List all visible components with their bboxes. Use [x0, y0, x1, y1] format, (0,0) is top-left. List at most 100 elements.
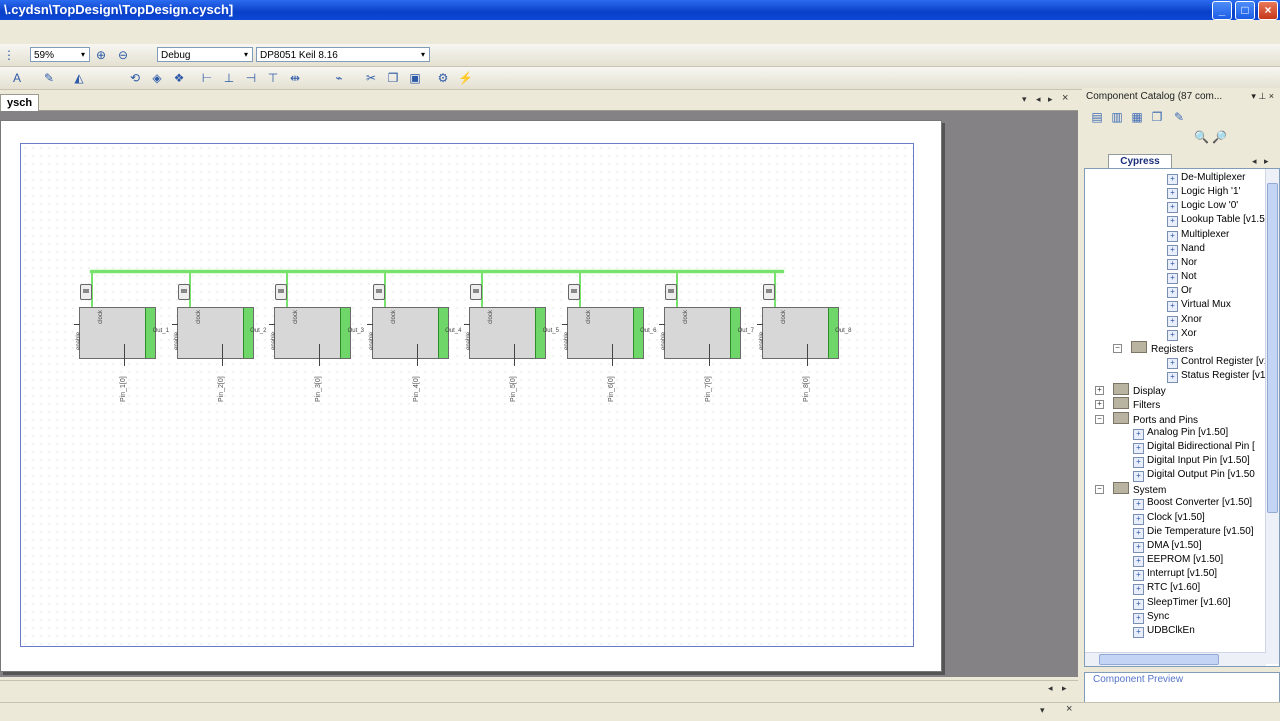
tree-folder[interactable]: Ports and Pins	[1113, 411, 1198, 426]
pin-wire[interactable]	[806, 344, 808, 366]
tab-next-icon[interactable]: ▸	[1048, 94, 1053, 105]
pin-wire[interactable]	[319, 344, 320, 366]
catalog-tab-next-icon[interactable]: ▸	[1264, 156, 1269, 167]
tree-item[interactable]: + Logic Low '0'	[1167, 199, 1238, 214]
pin-wire[interactable]	[514, 344, 515, 366]
align-center-icon[interactable]: ⊥	[222, 71, 236, 85]
pwm-component[interactable]: enable clock Out_3	[269, 307, 364, 366]
tree-item[interactable]: + Sync	[1133, 610, 1169, 624]
input-pin[interactable]	[269, 324, 275, 325]
pwm-component[interactable]: enable clock Out_2	[171, 307, 267, 366]
clock-terminal-icon[interactable]	[762, 284, 775, 300]
tab-list-icon[interactable]: ▾	[1022, 94, 1027, 105]
catalog-copy-icon[interactable]: ❐	[1150, 110, 1164, 124]
tree-item[interactable]: + Control Register [v1.	[1167, 355, 1272, 369]
scroll-thumb[interactable]	[1267, 183, 1278, 513]
input-pin[interactable]	[464, 324, 470, 325]
rotate-icon[interactable]: ⟲	[128, 71, 142, 85]
tree-item[interactable]: + Nand	[1167, 242, 1205, 256]
tree-item[interactable]: + DMA [v1.50]	[1133, 539, 1201, 553]
catalog-tab-prev-icon[interactable]: ◂	[1252, 156, 1257, 167]
maximize-button[interactable]: □	[1235, 1, 1255, 20]
tree-folder[interactable]: System	[1113, 482, 1166, 496]
pwm-component[interactable]: enable clock Out_1	[74, 307, 169, 366]
pwm-component[interactable]: enable clock Out_6	[561, 307, 657, 366]
pin-wire[interactable]	[416, 344, 418, 366]
tree-vertical-scrollbar[interactable]	[1265, 169, 1279, 664]
align-top-icon[interactable]: ⊤	[266, 71, 280, 85]
component-tree[interactable]: + De-Multiplexer + Logic High '1' + Logic Low…	[1084, 168, 1280, 667]
tree-item[interactable]: + Or	[1167, 284, 1192, 299]
tree-item[interactable]: + RTC [v1.60]	[1133, 581, 1200, 596]
output-prev-icon[interactable]: ◂	[1048, 683, 1053, 694]
group-icon[interactable]: ❖	[172, 71, 186, 85]
tree-item[interactable]: + Digital Bidirectional Pin [	[1133, 440, 1255, 454]
tree-item[interactable]: + Interrupt [v1.50]	[1133, 567, 1217, 582]
tree-item[interactable]: + Status Register [v1.5	[1167, 369, 1274, 384]
tree-folder[interactable]: Display	[1113, 383, 1166, 397]
schematic-frame[interactable]	[20, 143, 914, 647]
catalog-header[interactable]: Component Catalog (87 com... ▾ ⊥ ×	[1084, 90, 1278, 104]
tree-item[interactable]: + Digital Output Pin [v1.50	[1133, 468, 1255, 483]
close-button[interactable]: ×	[1258, 1, 1278, 20]
input-pin[interactable]	[561, 324, 568, 325]
clock-terminal-icon[interactable]	[567, 284, 580, 300]
pwm-component[interactable]: enable clock Out_5	[464, 307, 559, 366]
clock-terminal-icon[interactable]	[665, 284, 677, 300]
find-next-icon[interactable]: 🔎	[1212, 130, 1227, 144]
cut-icon[interactable]: ✂	[364, 71, 378, 85]
output-next-icon[interactable]: ▸	[1062, 683, 1067, 694]
tree-item[interactable]: + Digital Input Pin [v1.50]	[1133, 454, 1250, 468]
title-bar[interactable]: \.cydsn\TopDesign\TopDesign.cysch] _ □ ×	[0, 0, 1280, 20]
pin-close-icon[interactable]: ▾ ⊥ ×	[1251, 91, 1274, 102]
tree-item[interactable]: + Nor	[1167, 256, 1197, 270]
line-color-icon[interactable]: ✎	[42, 71, 56, 85]
pin-wire[interactable]	[124, 344, 125, 366]
zoom-select[interactable]: 59% ▾	[30, 47, 90, 62]
tree-item[interactable]: + Xor	[1167, 327, 1197, 341]
text-color-icon[interactable]: A	[10, 71, 24, 85]
collapse-icon[interactable]: −	[1113, 343, 1122, 353]
tree-item[interactable]: + Not	[1167, 270, 1197, 285]
align-right-icon[interactable]: ⊣	[244, 71, 258, 85]
collapse-icon[interactable]: −	[1095, 414, 1104, 424]
pin-wire[interactable]	[709, 344, 710, 366]
catalog-open-icon[interactable]: ▥	[1110, 110, 1124, 124]
pin-wire[interactable]	[221, 344, 223, 366]
tree-item[interactable]: + Multiplexer	[1167, 228, 1229, 242]
pin-wire[interactable]	[611, 344, 613, 366]
input-pin[interactable]	[366, 324, 373, 325]
clock-terminal-icon[interactable]	[470, 284, 482, 300]
wire-tool-icon[interactable]: ⌁	[332, 71, 346, 85]
pwm-component[interactable]: enable clock Out_4	[366, 307, 462, 366]
tree-folder[interactable]: Filters	[1113, 397, 1160, 411]
tab-topdesign[interactable]: ysch	[0, 94, 40, 111]
tree-item[interactable]: + Lookup Table [v1.5	[1167, 213, 1265, 228]
scroll-thumb[interactable]	[1099, 654, 1219, 665]
input-pin[interactable]	[756, 324, 763, 325]
pwm-component[interactable]: enable clock Out_8	[756, 307, 852, 366]
tree-item[interactable]: + Die Temperature [v1.50]	[1133, 525, 1254, 539]
tree-item[interactable]: + Clock [v1.50]	[1133, 511, 1205, 525]
input-pin[interactable]	[659, 324, 665, 325]
tree-item[interactable]: + Xnor	[1167, 313, 1202, 327]
tree-item[interactable]: + Logic High '1'	[1167, 185, 1240, 200]
catalog-edit-icon[interactable]: ✎	[1172, 110, 1186, 124]
tab-cypress[interactable]: Cypress	[1108, 154, 1172, 169]
tab-prev-icon[interactable]: ◂	[1036, 94, 1041, 105]
status-list-icon[interactable]: ▾	[1040, 705, 1045, 716]
clock-terminal-icon[interactable]	[177, 284, 190, 300]
catalog-save-icon[interactable]: ▦	[1130, 110, 1144, 124]
compiler-select[interactable]: DP8051 Keil 8.16 ▾	[256, 47, 430, 62]
build-config-select[interactable]: Debug ▾	[157, 47, 253, 62]
zoom-in-icon[interactable]: ⊕	[94, 48, 108, 62]
catalog-new-icon[interactable]: ▤	[1090, 110, 1104, 124]
clock-terminal-icon[interactable]	[372, 284, 385, 300]
expand-icon[interactable]: +	[1095, 386, 1104, 396]
tree-item[interactable]: + De-Multiplexer	[1167, 171, 1245, 185]
expand-icon[interactable]: +	[1095, 400, 1104, 410]
fill-color-icon[interactable]: ◭	[72, 71, 86, 85]
paste-icon[interactable]: ▣	[408, 71, 422, 85]
clock-terminal-icon[interactable]	[80, 284, 92, 300]
tree-item[interactable]: + Boost Converter [v1.50]	[1133, 496, 1252, 511]
